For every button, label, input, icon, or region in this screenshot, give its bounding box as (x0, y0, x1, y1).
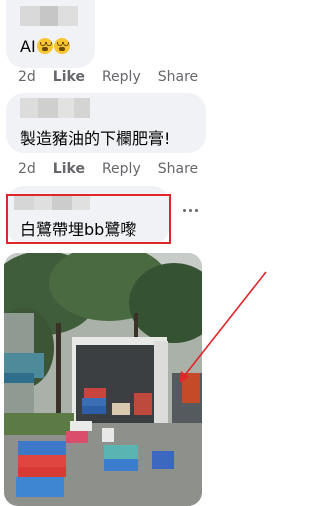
red-arrow-annotation (179, 271, 267, 383)
